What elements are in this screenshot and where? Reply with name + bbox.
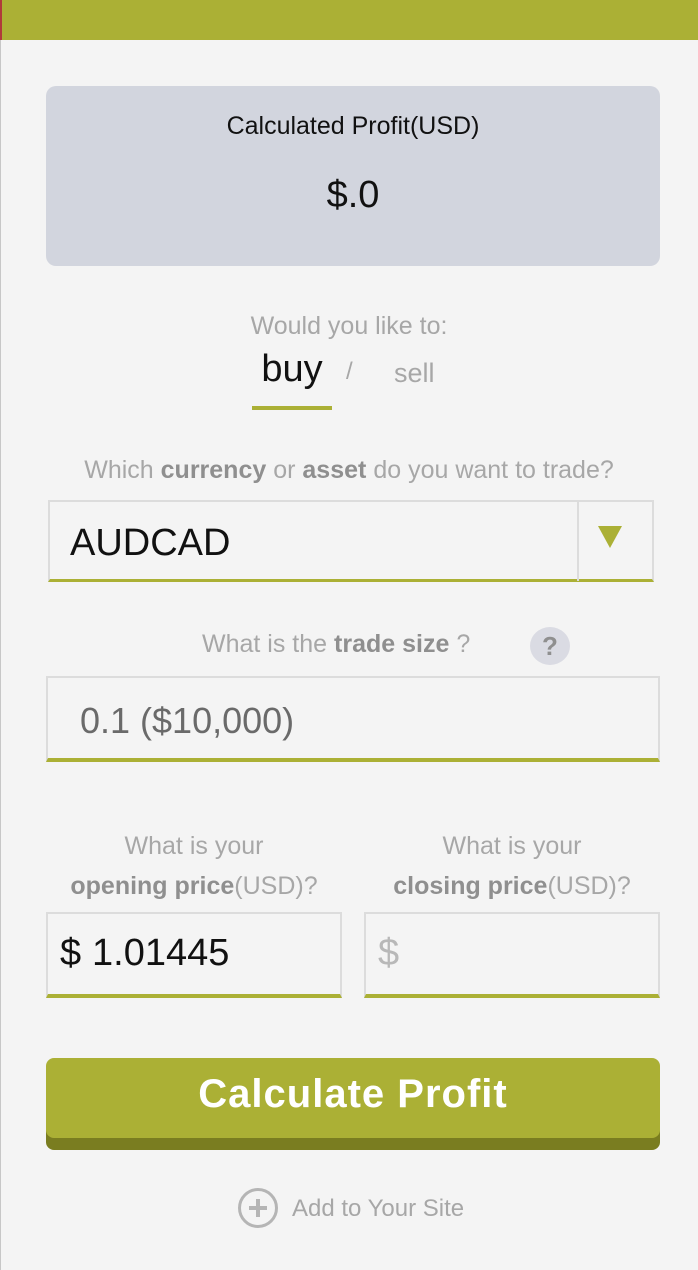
- closing-price-question-suffix: (USD)?: [547, 872, 631, 900]
- trade-size-question-suffix: ?: [456, 630, 471, 658]
- opening-price-field[interactable]: $ 1.01445: [46, 912, 342, 998]
- currency-question-bold1: currency: [160, 456, 267, 484]
- opening-price-question-line1: What is your: [124, 832, 264, 860]
- add-to-site-label: Add to Your Site: [292, 1195, 465, 1222]
- opening-price-currency-symbol: $: [60, 932, 82, 974]
- currency-question: Which currency or asset do you want to t…: [0, 456, 698, 485]
- buy-selected-underline: [252, 406, 332, 410]
- profit-title: Calculated Profit(USD): [226, 112, 480, 140]
- calculate-profit-label: Calculate Profit: [198, 1072, 508, 1116]
- currency-question-mid: or: [273, 456, 296, 484]
- direction-question: Would you like to:: [250, 312, 448, 340]
- plus-circle-icon: [238, 1188, 278, 1228]
- closing-price-question-bold: closing price: [393, 872, 548, 900]
- trade-size-question-prefix: What is the: [202, 630, 328, 658]
- currency-question-suffix: do you want to trade?: [373, 456, 614, 484]
- currency-question-bold2: asset: [302, 456, 367, 484]
- opening-price-question-bold: opening price: [70, 872, 235, 900]
- profit-amount: $.0: [326, 174, 380, 216]
- left-edge-border: [0, 40, 3, 1270]
- currency-selected-value: AUDCAD: [70, 522, 231, 564]
- opening-price-value: 1.01445: [92, 932, 230, 974]
- closing-price-currency-symbol: $: [378, 932, 400, 974]
- profit-result-panel: Calculated Profit(USD) $.0: [46, 86, 660, 266]
- currency-select[interactable]: AUDCAD: [48, 500, 654, 582]
- trade-size-select[interactable]: 0.1 ($10,000): [46, 676, 660, 762]
- trade-size-value: 0.1 ($10,000): [80, 700, 295, 741]
- currency-question-prefix: Which: [84, 456, 154, 484]
- sell-option[interactable]: sell: [394, 358, 435, 389]
- trade-size-question-bold: trade size: [334, 630, 450, 658]
- top-accent-bar: [0, 0, 698, 40]
- caret-down-icon[interactable]: [598, 526, 622, 548]
- select-divider: [577, 502, 579, 581]
- direction-toggle: buy / sell: [0, 348, 698, 410]
- calculate-profit-button[interactable]: Calculate Profit: [46, 1058, 660, 1138]
- closing-price-question: What is your closing price(USD)?: [364, 826, 660, 906]
- closing-price-field[interactable]: $: [364, 912, 660, 998]
- buy-option[interactable]: buy: [252, 348, 332, 391]
- help-icon[interactable]: ?: [530, 627, 570, 665]
- opening-price-question-suffix: (USD)?: [234, 872, 318, 900]
- opening-price-question: What is your opening price(USD)?: [46, 826, 342, 906]
- trade-size-question: What is the trade size ?: [202, 630, 470, 659]
- direction-separator: /: [346, 358, 353, 385]
- closing-price-question-line1: What is your: [442, 832, 582, 860]
- left-edge-marker: [0, 0, 2, 40]
